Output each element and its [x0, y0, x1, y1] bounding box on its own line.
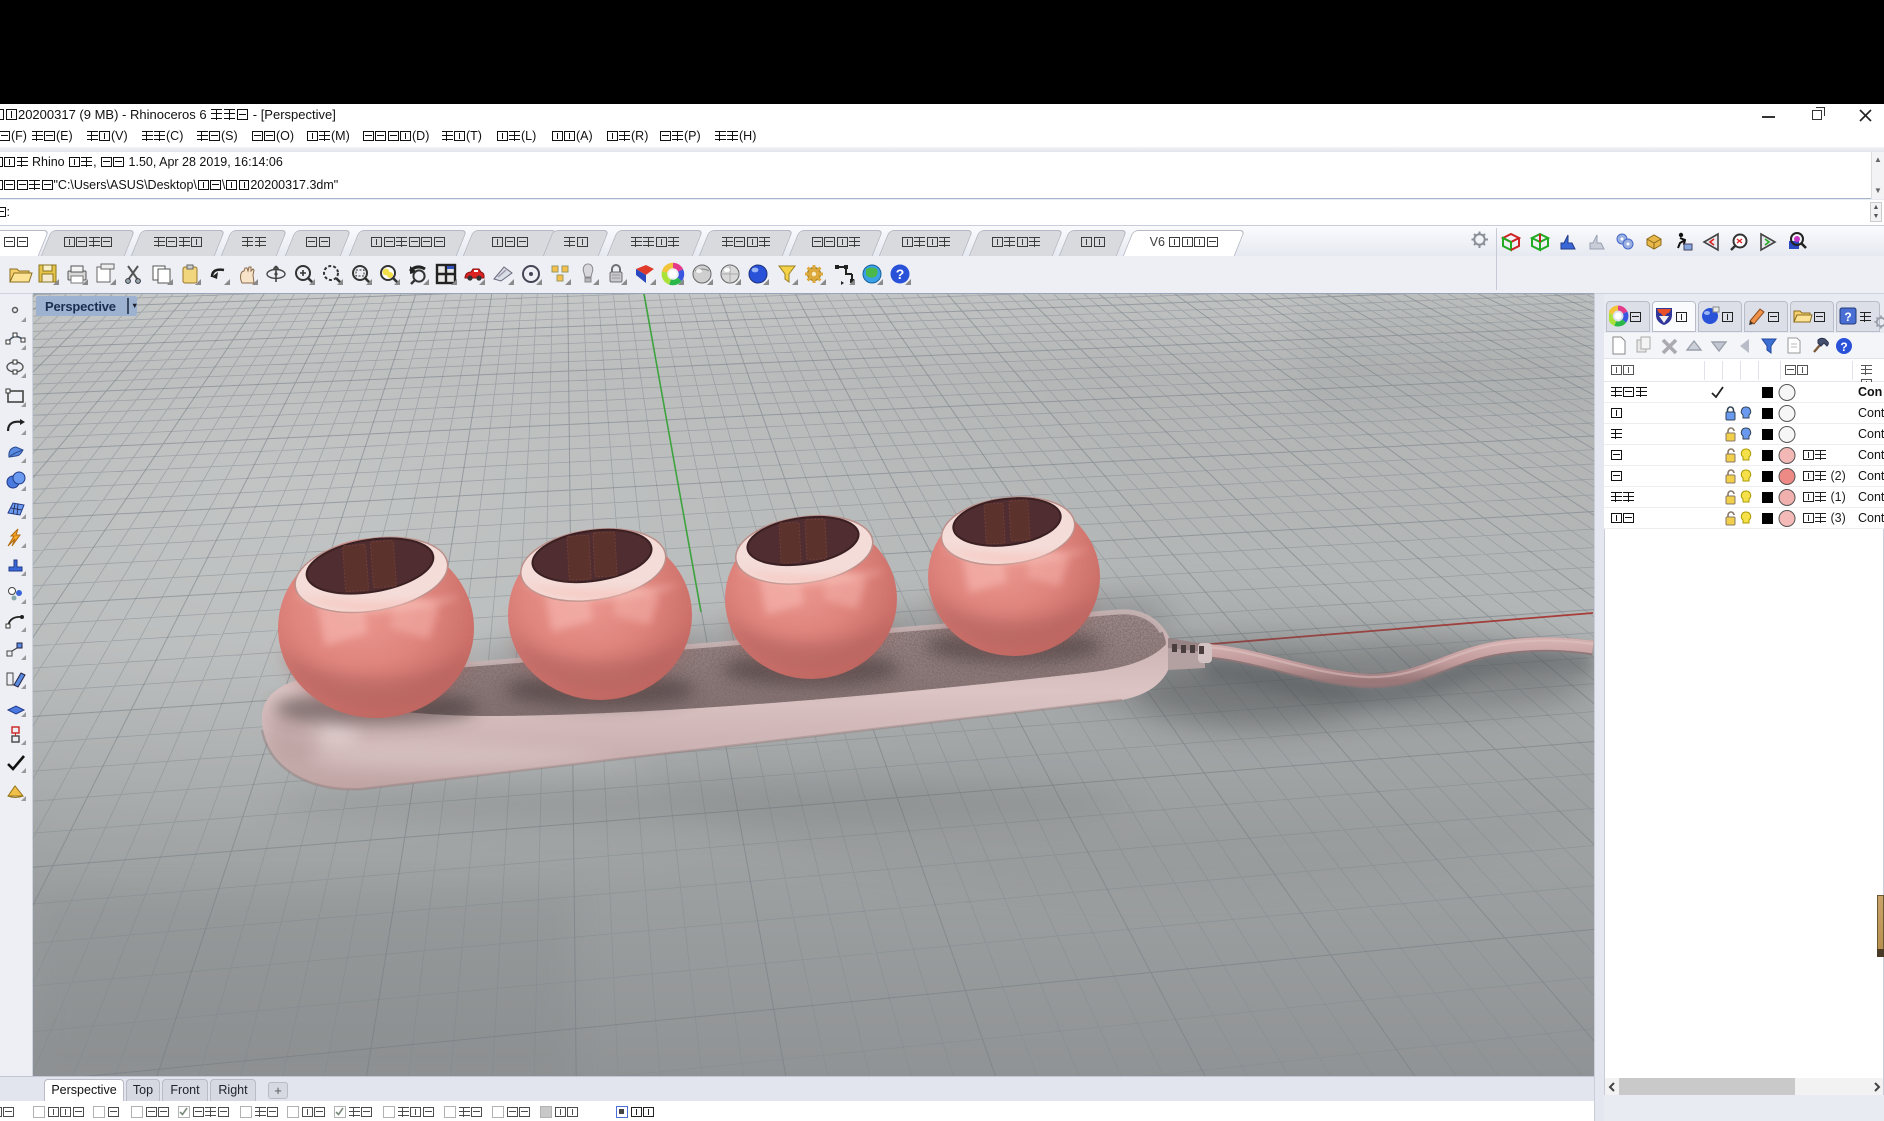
- svg-text:?: ?: [1840, 340, 1847, 354]
- svg-text:?: ?: [896, 266, 905, 282]
- svg-text:?: ?: [1844, 310, 1851, 324]
